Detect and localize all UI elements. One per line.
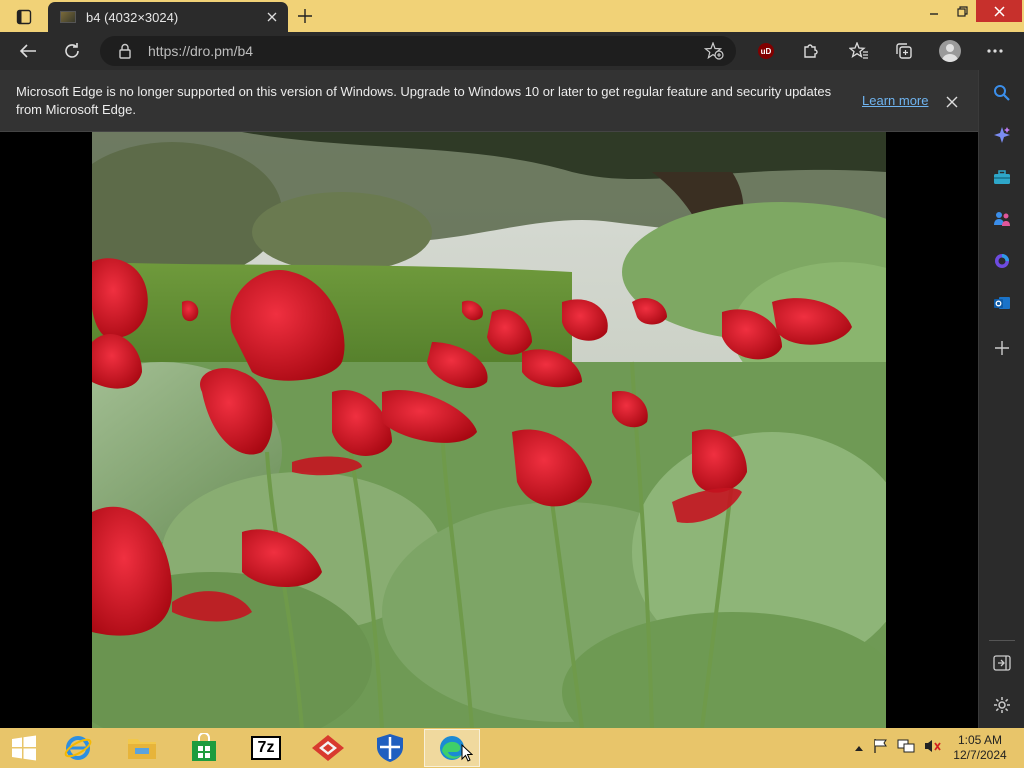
sidebar-add-button[interactable] — [988, 334, 1016, 362]
plus-icon — [298, 9, 312, 23]
new-tab-button[interactable] — [293, 4, 317, 28]
edge-sidebar — [978, 70, 1024, 728]
star-plus-icon — [703, 41, 724, 60]
ublock-extension-button[interactable]: uD — [752, 37, 780, 65]
more-icon — [987, 49, 1003, 53]
tab-title: b4 (4032×3024) — [86, 9, 179, 25]
folder-icon — [128, 739, 156, 759]
plus-icon — [995, 341, 1009, 355]
extensions-button[interactable] — [797, 37, 825, 65]
taskbar-file-explorer[interactable] — [114, 729, 170, 767]
network-icon[interactable] — [897, 738, 915, 759]
toolbox-icon — [994, 170, 1010, 184]
system-tray — [850, 728, 946, 768]
hide-sidebar-icon — [993, 655, 1011, 671]
ublock-icon: uD — [758, 43, 774, 59]
clock-date: 12/7/2024 — [953, 748, 1007, 762]
tab-actions-button[interactable] — [8, 6, 40, 28]
sidebar-copilot-button[interactable] — [988, 121, 1016, 149]
taskbar-windows-defender[interactable] — [362, 729, 418, 767]
favorites-star-icon — [849, 42, 868, 59]
title-bar: b4 (4032×3024) — [0, 0, 1024, 32]
refresh-icon — [65, 43, 79, 58]
sidebar-search-button[interactable] — [988, 79, 1016, 107]
taskbar-internet-explorer[interactable] — [50, 729, 106, 767]
mouse-cursor-icon — [461, 744, 473, 762]
taskbar-gitkraken[interactable] — [300, 729, 356, 767]
search-icon — [994, 85, 1010, 101]
show-hidden-icons-button[interactable] — [854, 739, 864, 757]
7zip-icon: 7z — [251, 736, 281, 760]
store-bag-icon — [192, 733, 216, 761]
minimize-button[interactable] — [920, 0, 948, 22]
url-text[interactable]: https://dro.pm/b4 — [148, 43, 253, 59]
outlook-icon — [994, 297, 1010, 309]
sidebar-tools-button[interactable] — [988, 163, 1016, 191]
internet-explorer-icon — [64, 736, 92, 760]
lock-icon[interactable] — [118, 43, 132, 64]
avatar — [939, 40, 961, 62]
refresh-button[interactable] — [58, 37, 86, 65]
games-people-icon — [994, 212, 1010, 226]
sidebar-settings-button[interactable] — [988, 691, 1016, 719]
tab-favicon-icon — [60, 11, 76, 23]
infobar-message: Microsoft Edge is no longer supported on… — [16, 84, 832, 117]
collections-button[interactable] — [890, 37, 918, 65]
tulip-garden-image — [92, 132, 886, 728]
restore-icon — [956, 5, 968, 17]
back-button[interactable] — [14, 37, 42, 65]
unsupported-os-infobar: Microsoft Edge is no longer supported on… — [0, 70, 978, 132]
active-tab[interactable]: b4 (4032×3024) — [48, 2, 288, 32]
tab-close-button[interactable] — [262, 7, 282, 27]
settings-and-more-button[interactable] — [981, 37, 1009, 65]
tab-actions-icon — [16, 9, 32, 25]
restore-button[interactable] — [948, 0, 976, 22]
sidebar-games-button[interactable] — [988, 205, 1016, 233]
clock-time: 1:05 AM — [957, 733, 1003, 747]
start-button[interactable] — [0, 728, 48, 768]
close-icon — [267, 12, 277, 22]
sidebar-hide-button[interactable] — [988, 649, 1016, 677]
back-arrow-icon — [19, 44, 36, 58]
sidebar-divider — [989, 640, 1015, 641]
page-content — [0, 132, 978, 728]
shield-icon — [377, 734, 403, 762]
windows-taskbar: 7z 1:05 AM 12/7/2024 — [0, 728, 1024, 768]
chevron-up-icon — [855, 746, 864, 751]
favorites-button[interactable] — [845, 37, 873, 65]
address-bar[interactable]: https://dro.pm/b4 — [100, 36, 736, 66]
tulip-photo[interactable] — [92, 132, 886, 728]
close-window-button[interactable] — [976, 0, 1022, 22]
sidebar-outlook-button[interactable] — [988, 289, 1016, 317]
action-center-flag-icon[interactable] — [873, 738, 889, 759]
navigation-toolbar: https://dro.pm/b4 uD — [0, 32, 1024, 70]
profile-button[interactable] — [936, 37, 964, 65]
taskbar-store[interactable] — [176, 729, 232, 767]
close-icon — [993, 5, 1005, 17]
add-favorite-button[interactable] — [703, 41, 724, 65]
microsoft-365-icon — [995, 254, 1009, 268]
close-icon — [946, 96, 958, 108]
taskbar-7zip[interactable]: 7z — [238, 729, 294, 767]
infobar-close-button[interactable] — [940, 90, 964, 114]
windows-logo-icon — [12, 735, 36, 761]
gear-icon — [994, 697, 1010, 713]
sidebar-office-button[interactable] — [988, 247, 1016, 275]
learn-more-link[interactable]: Learn more — [862, 93, 928, 108]
red-diamond-app-icon — [312, 735, 344, 761]
puzzle-icon — [804, 44, 818, 58]
taskbar-clock[interactable]: 1:05 AM 12/7/2024 — [948, 733, 1012, 763]
volume-muted-icon[interactable] — [924, 738, 942, 759]
collections-icon — [896, 43, 912, 59]
taskbar-microsoft-edge[interactable] — [424, 729, 480, 767]
sparkle-icon — [994, 127, 1010, 143]
minimize-icon — [930, 13, 938, 15]
